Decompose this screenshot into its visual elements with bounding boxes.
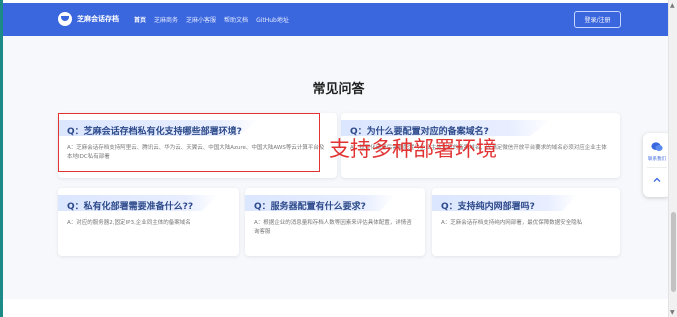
- floating-contact-widget: 联系我们: [643, 133, 671, 197]
- faq-question: Q：服务器配置有什么要求?: [254, 201, 366, 212]
- contact-us-label[interactable]: 联系我们: [643, 156, 671, 162]
- faq-answer: A：根据企业的消息量和存档人数等因素来评估具体配置，详情咨询客服: [254, 220, 412, 235]
- annotation-text: 支持多种部署环境: [329, 137, 497, 161]
- nav-item-home[interactable]: 首页: [134, 15, 146, 24]
- main-nav: 首页 芝麻商务 芝麻小客服 帮助文档 GitHub地址: [134, 3, 297, 36]
- chat-bubble-logo-icon: [58, 12, 72, 26]
- scroll-down-icon[interactable]: ▼: [670, 309, 675, 316]
- card-head: Q：服务器配置有什么要求?: [245, 195, 425, 215]
- page-bottom-area: [3, 299, 668, 317]
- nav-item-business[interactable]: 芝麻商务: [154, 15, 178, 24]
- faq-title: 常见问答: [312, 82, 365, 97]
- faq-answer: A：对应的服务器2,固定IP3,企业同主体的备案域名: [67, 220, 191, 226]
- widget-divider: [647, 167, 667, 168]
- nav-item-github[interactable]: GitHub地址: [256, 15, 289, 24]
- back-to-top-icon[interactable]: [652, 175, 662, 185]
- brand-logo[interactable]: 芝麻会话存档: [58, 12, 119, 26]
- faq-answer: A：芝麻会话存档支持纯内网部署，最优保障数据安全隐私: [441, 220, 583, 226]
- login-register-button[interactable]: 登录/注册: [574, 11, 621, 28]
- card-head: Q：支持纯内网部署吗?: [432, 195, 620, 215]
- scrollbar-thumb[interactable]: [671, 212, 676, 292]
- faq-card-server[interactable]: Q：服务器配置有什么要求? A：根据企业的消息量和存档人数等因素来评估具体配置，…: [245, 188, 425, 256]
- annotation-highlight-box: [58, 113, 320, 172]
- top-navbar: 芝麻会话存档 首页 芝麻商务 芝麻小客服 帮助文档 GitHub地址 登录/注册: [3, 3, 668, 36]
- card-head: Q：私有化部署需要准备什么??: [58, 195, 239, 215]
- nav-item-docs[interactable]: 帮助文档: [224, 15, 248, 24]
- browser-scrollbar[interactable]: ▲ ▼: [668, 0, 677, 317]
- faq-question: Q：支持纯内网部署吗?: [441, 201, 535, 212]
- nav-item-service[interactable]: 芝麻小客服: [186, 15, 216, 24]
- brand-name: 芝麻会话存档: [77, 15, 119, 23]
- faq-card-intranet[interactable]: Q：支持纯内网部署吗? A：芝麻会话存档支持纯内网部署，最优保障数据安全隐私: [432, 188, 620, 256]
- scroll-up-icon[interactable]: ▲: [670, 2, 675, 9]
- chat-icon[interactable]: [651, 142, 663, 152]
- faq-card-prepare[interactable]: Q：私有化部署需要准备什么?? A：对应的服务器2,固定IP3,企业同主体的备案…: [58, 188, 239, 256]
- faq-question: Q：私有化部署需要准备什么??: [67, 201, 194, 212]
